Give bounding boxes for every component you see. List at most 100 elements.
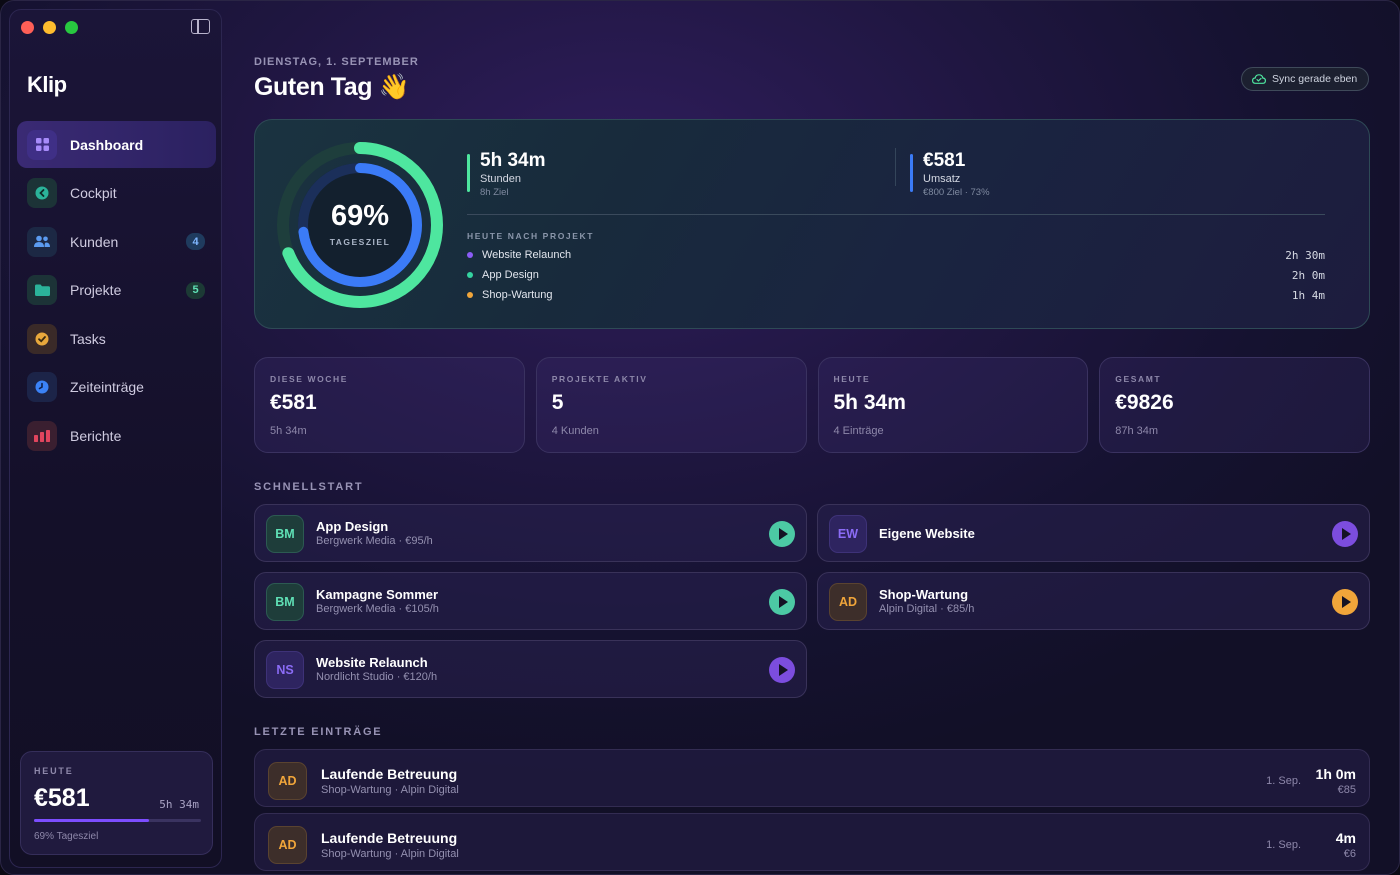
kpi-label: GESAMT [1115,374,1162,384]
today-summary-card: HEUTE €581 5h 34m 69% Tagesziel [20,751,213,855]
daily-goal-card: 69% TAGESZIEL 5h 34m Stunden 8h Ziel €58… [254,119,1370,329]
client-avatar: EW [829,515,867,553]
entry-date: 1. Sep. [1266,839,1301,851]
quickstart-subtitle: Nordlicht Studio · €120/h [316,671,438,683]
bar-chart-icon [27,421,57,452]
goal-label: TAGESZIEL [329,237,391,247]
app-window: Klip Dashboard Cockpit Kunden 4 Projekte… [0,0,1400,875]
entry-date: 1. Sep. [1266,775,1301,787]
kpi-value: €9826 [1115,391,1174,414]
quickstart-title: App Design [316,519,389,534]
cloud-check-icon [1252,74,1266,84]
hero-divider [467,214,1325,215]
goal-percent: 69% [330,200,390,232]
quickstart-subtitle: Alpin Digital · €85/h [879,603,975,615]
client-avatar: NS [266,651,304,689]
page-title: Guten Tag 👋 [254,73,410,101]
folder-icon [27,275,57,306]
play-icon[interactable] [769,521,795,547]
play-icon[interactable] [769,657,795,683]
stat-divider [895,148,896,186]
play-icon[interactable] [1332,589,1358,615]
recent-entry[interactable]: AD Laufende Betreuung Shop-Wartung · Alp… [254,749,1370,807]
kpi-label: PROJEKTE AKTIV [551,374,648,384]
project-color-dot [467,272,473,278]
quickstart-heading: SCHNELLSTART [254,481,364,493]
sync-label: Sync gerade eben [1272,73,1358,85]
sidebar-item-zeiteintraege[interactable]: Zeiteinträge [17,364,216,411]
sidebar-item-label: Kunden [70,233,119,250]
kpi-value: 5 [551,391,564,414]
entry-title: Laufende Betreuung [321,830,458,846]
sidebar-item-berichte[interactable]: Berichte [17,413,216,460]
count-badge: 5 [186,281,205,299]
kpi-card-today[interactable]: HEUTE 5h 34m 4 Einträge [817,357,1089,453]
quickstart-item[interactable]: AD Shop-Wartung Alpin Digital · €85/h [817,572,1370,630]
gauge-icon [27,178,57,209]
hours-value: 5h 34m [480,150,546,171]
check-circle-icon [27,323,57,354]
kpi-label: HEUTE [833,374,871,384]
today-progress-bar [34,819,201,822]
app-logo: Klip [27,72,67,97]
project-name: Shop-Wartung [482,289,553,301]
hours-goal: 8h Ziel [480,187,509,198]
project-row: App Design 2h 0m [467,267,1325,283]
today-time: 5h 34m [159,798,199,811]
project-color-dot [467,252,473,258]
entry-title: Laufende Betreuung [321,766,458,782]
sidebar-item-tasks[interactable]: Tasks [17,315,216,362]
today-goal-text: 69% Tagesziel [34,831,99,842]
quickstart-item[interactable]: EW Eigene Website [817,504,1370,562]
kpi-value: 5h 34m [833,391,906,414]
count-badge: 4 [186,233,205,251]
entry-subtitle: Shop-Wartung · Alpin Digital [321,784,459,796]
quickstart-subtitle: Bergwerk Media · €95/h [316,535,433,547]
kpi-card-total[interactable]: GESAMT €9826 87h 34m [1099,357,1370,453]
revenue-indicator [910,154,913,192]
play-icon[interactable] [769,589,795,615]
hours-label: Stunden [480,173,521,185]
revenue-value: €581 [923,150,966,171]
kpi-card-projects[interactable]: PROJEKTE AKTIV 5 4 Kunden [535,357,807,453]
projects-heading: HEUTE NACH PROJEKT [467,231,595,241]
kpi-card-week[interactable]: DIESE WOCHE €581 5h 34m [254,357,525,453]
play-icon[interactable] [1332,521,1358,547]
sidebar-nav: Dashboard Cockpit Kunden 4 Projekte 5 Ta… [17,121,216,461]
project-name: Website Relaunch [482,249,572,261]
sidebar-toggle-icon[interactable] [191,19,210,34]
hours-indicator [467,154,470,192]
quickstart-item[interactable]: BM Kampagne Sommer Bergwerk Media · €105… [254,572,807,630]
users-icon [27,226,57,257]
entry-subtitle: Shop-Wartung · Alpin Digital [321,848,459,860]
kpi-value: €581 [270,391,317,414]
sidebar-item-kunden[interactable]: Kunden 4 [17,218,216,265]
sidebar-item-projekte[interactable]: Projekte 5 [17,267,216,314]
project-row: Shop-Wartung 1h 4m [467,287,1325,303]
sidebar-item-label: Projekte [70,282,122,299]
quickstart-title: Kampagne Sommer [316,587,439,602]
project-time: 2h 30m [1285,248,1325,262]
sidebar-item-cockpit[interactable]: Cockpit [17,170,216,217]
minimize-window-button[interactable] [43,21,56,34]
window-controls [21,21,78,34]
client-avatar: BM [266,583,304,621]
current-date: DIENSTAG, 1. SEPTEMBER [254,56,419,68]
sync-status-button[interactable]: Sync gerade eben [1241,67,1370,91]
quickstart-title: Website Relaunch [316,655,428,670]
quickstart-item[interactable]: BM App Design Bergwerk Media · €95/h [254,504,807,562]
revenue-goal: €800 Ziel · 73% [923,187,990,198]
kpi-sub: 4 Kunden [551,425,599,437]
kpi-sub: 87h 34m [1115,425,1159,437]
quickstart-subtitle: Bergwerk Media · €105/h [316,603,439,615]
recent-entry[interactable]: AD Laufende Betreuung Shop-Wartung · Alp… [254,813,1370,871]
quickstart-item[interactable]: NS Website Relaunch Nordlicht Studio · €… [254,640,807,698]
sidebar-item-label: Cockpit [70,185,117,202]
project-time: 2h 0m [1291,268,1325,282]
project-name: App Design [482,269,539,281]
today-progress-fill [34,819,150,822]
sidebar: Klip Dashboard Cockpit Kunden 4 Projekte… [9,9,222,868]
sidebar-item-dashboard[interactable]: Dashboard [17,121,216,168]
zoom-window-button[interactable] [65,21,78,34]
close-window-button[interactable] [21,21,34,34]
